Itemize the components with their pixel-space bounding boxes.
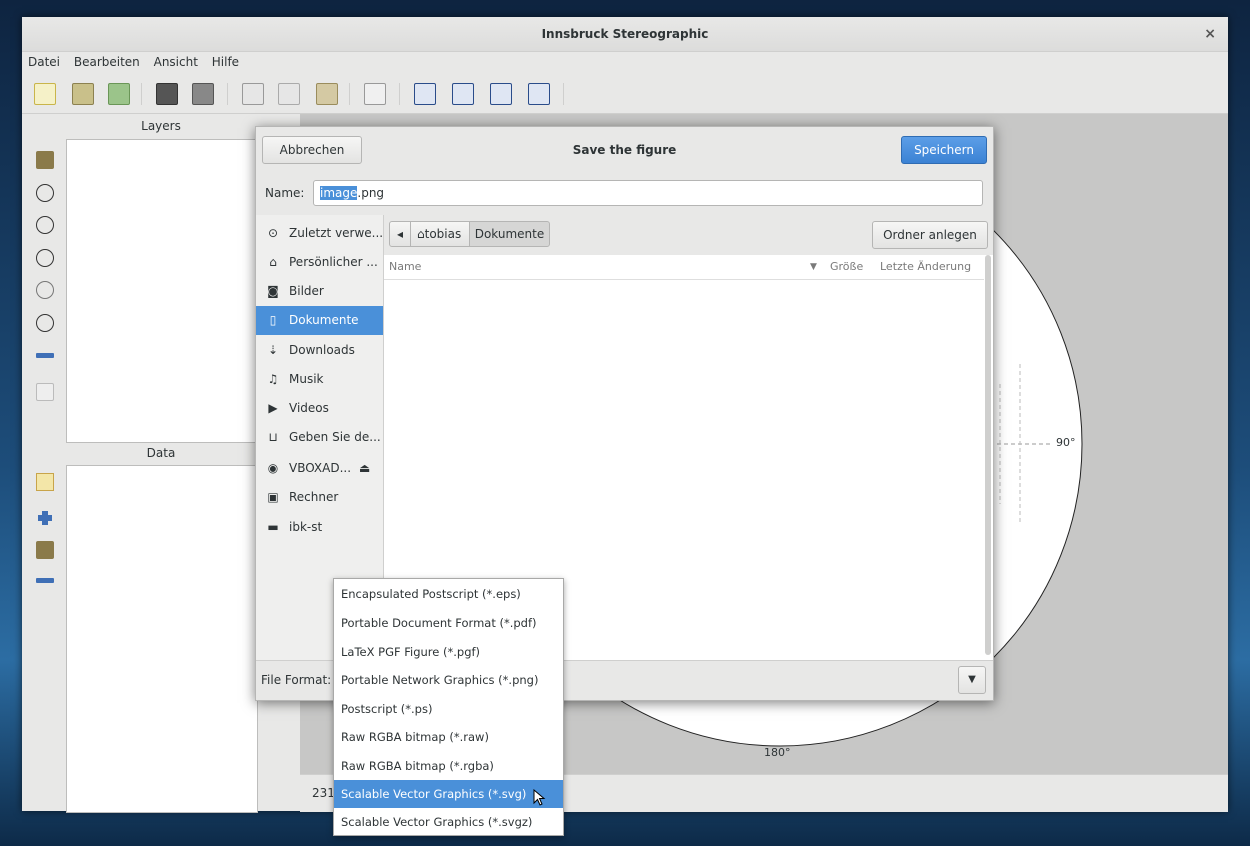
add-line-icon[interactable] (36, 216, 54, 234)
filename-selection: image (320, 186, 358, 200)
import-data-icon[interactable] (36, 541, 54, 559)
save-icon[interactable] (108, 83, 130, 105)
column-size[interactable]: Größe (830, 255, 863, 279)
data-list[interactable] (66, 465, 258, 813)
cancel-button[interactable]: Abbrechen (262, 136, 362, 164)
direction-label-90: 90° (1056, 436, 1076, 449)
add-plane-icon[interactable] (36, 184, 54, 202)
place-documents[interactable]: ▯ Dokumente (256, 306, 383, 335)
menu-datei[interactable]: Datei (28, 55, 60, 69)
new-file-icon[interactable] (34, 83, 56, 105)
camera-icon: ◙ (267, 284, 279, 298)
preview-icon[interactable] (364, 83, 386, 105)
add-eigenvector-icon[interactable] (36, 314, 54, 332)
save-button[interactable]: Speichern (901, 136, 987, 164)
filename-input[interactable]: image.png (313, 180, 983, 206)
menu-ansicht[interactable]: Ansicht (154, 55, 198, 69)
column-header: Name ▼ Größe Letzte Änderung (384, 255, 984, 280)
add-row-icon[interactable] (36, 509, 54, 527)
home-icon: ⌂ (417, 227, 425, 241)
place-downloads[interactable]: ⇣ Downloads (256, 336, 383, 365)
place-pictures[interactable]: ◙ Bilder (256, 277, 383, 306)
cut-icon[interactable] (242, 83, 264, 105)
add-layer-folder-icon[interactable] (36, 151, 54, 169)
file-format-label: File Format: (261, 673, 332, 687)
home-icon: ⌂ (269, 255, 277, 269)
place-computer[interactable]: ▣ Rechner (256, 483, 383, 512)
place-enter-location[interactable]: ⊔ Geben Sie de... (256, 423, 383, 452)
format-option-ps[interactable]: Postscript (*.ps) (334, 695, 563, 723)
clock-icon: ⊙ (267, 226, 279, 240)
window-titlebar[interactable]: Innsbruck Stereographic (22, 17, 1228, 52)
breadcrumb-documents[interactable]: Dokumente (469, 221, 550, 247)
format-option-svg[interactable]: Scalable Vector Graphics (*.svg) (334, 780, 563, 808)
column-modified[interactable]: Letzte Änderung (880, 255, 971, 279)
video-icon: ▶ (268, 401, 278, 415)
plot-tool-4-icon[interactable] (528, 83, 550, 105)
edit-data-icon[interactable] (36, 473, 54, 491)
scrollbar[interactable] (985, 255, 991, 655)
plot-tool-1-icon[interactable] (414, 83, 436, 105)
document-icon: ▯ (269, 313, 277, 327)
path-bar: ◂ ⌂tobias Dokumente Ordner anlegen (384, 215, 993, 255)
remove-row-icon[interactable] (36, 578, 54, 583)
format-option-svgz[interactable]: Scalable Vector Graphics (*.svgz) (334, 808, 563, 836)
disc-icon: ◉ (267, 461, 279, 475)
print-icon[interactable] (192, 83, 214, 105)
copy-icon[interactable] (278, 83, 300, 105)
dialog-title: Save the figure (572, 143, 677, 157)
close-icon[interactable]: × (1204, 17, 1216, 51)
sort-down-icon: ▼ (810, 262, 817, 272)
layer-properties-icon[interactable] (36, 383, 54, 401)
place-recent[interactable]: ⊙ Zuletzt verwe... (256, 219, 383, 248)
format-option-pgf[interactable]: LaTeX PGF Figure (*.pgf) (334, 638, 563, 666)
menu-bearbeiten[interactable]: Bearbeiten (74, 55, 140, 69)
status-text: 231 (312, 786, 335, 800)
place-home[interactable]: ⌂ Persönlicher ... (256, 248, 383, 277)
paste-icon[interactable] (316, 83, 338, 105)
name-label: Name: (265, 186, 305, 200)
plot-tool-2-icon[interactable] (452, 83, 474, 105)
back-arrow-icon[interactable]: ◂ (389, 221, 411, 247)
breadcrumb-home-label: tobias (424, 227, 462, 241)
folder-icon: ▬ (267, 520, 279, 534)
camera-icon[interactable] (156, 83, 178, 105)
remove-layer-icon[interactable] (36, 353, 54, 358)
format-dropdown-button[interactable]: ▼ (958, 666, 986, 694)
place-videos[interactable]: ▶ Videos (256, 394, 383, 423)
format-option-pdf[interactable]: Portable Document Format (*.pdf) (334, 609, 563, 637)
format-option-png[interactable]: Portable Network Graphics (*.png) (334, 666, 563, 694)
menu-bar: Datei Bearbeiten Ansicht Hilfe (22, 51, 1228, 73)
computer-icon: ▣ (267, 490, 279, 504)
download-icon: ⇣ (267, 343, 279, 357)
toolbar (22, 73, 1228, 114)
breadcrumb-home[interactable]: ⌂tobias (410, 221, 470, 247)
format-option-eps[interactable]: Encapsulated Postscript (*.eps) (334, 580, 563, 608)
place-vboxadditions[interactable]: ◉ VBOXAD... ⏏ (256, 454, 383, 483)
plot-tool-3-icon[interactable] (490, 83, 512, 105)
network-icon: ⊔ (268, 430, 278, 444)
music-icon: ♫ (267, 372, 279, 386)
layers-title: Layers (141, 119, 181, 133)
format-option-raw[interactable]: Raw RGBA bitmap (*.raw) (334, 723, 563, 751)
layers-list[interactable] (66, 139, 258, 443)
data-title: Data (146, 446, 176, 460)
add-faultplane-icon[interactable] (36, 281, 54, 299)
window-title: Innsbruck Stereographic (541, 27, 709, 41)
place-music[interactable]: ♫ Musik (256, 365, 383, 394)
open-folder-icon[interactable] (72, 83, 94, 105)
eject-icon[interactable]: ⏏ (359, 454, 370, 483)
format-option-rgba[interactable]: Raw RGBA bitmap (*.rgba) (334, 752, 563, 780)
direction-label-180: 180° (764, 746, 791, 759)
mouse-cursor-icon (533, 789, 546, 806)
place-ibk-st[interactable]: ▬ ibk-st (256, 513, 383, 542)
add-smallcircle-icon[interactable] (36, 249, 54, 267)
file-format-dropdown: Encapsulated Postscript (*.eps) Portable… (333, 578, 564, 836)
menu-hilfe[interactable]: Hilfe (212, 55, 239, 69)
filename-extension: .png (357, 186, 385, 200)
column-name[interactable]: Name (389, 255, 421, 279)
new-folder-button[interactable]: Ordner anlegen (872, 221, 988, 249)
